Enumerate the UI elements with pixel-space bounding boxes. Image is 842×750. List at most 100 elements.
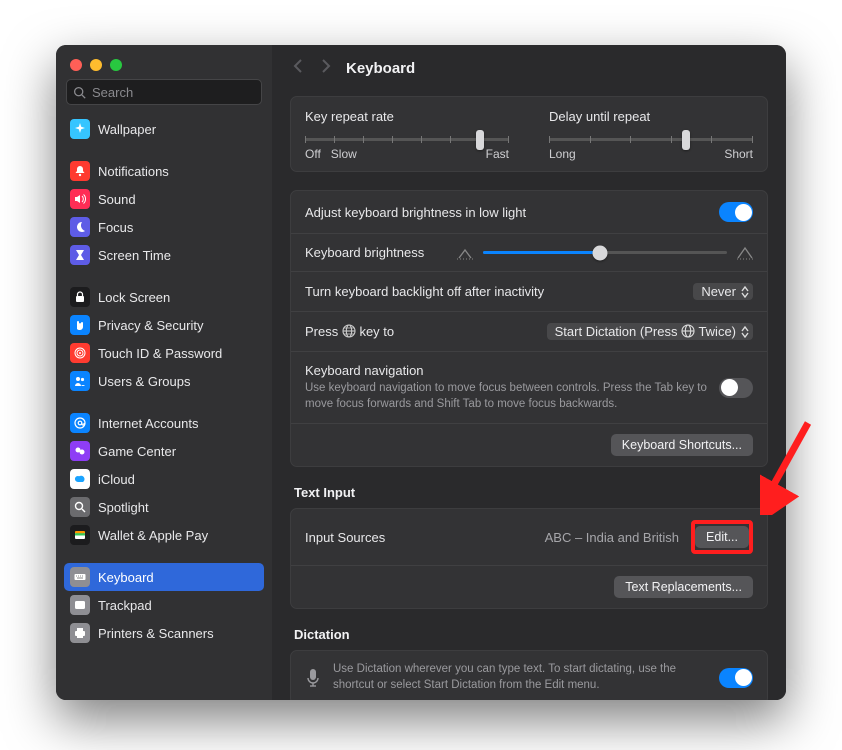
sidebar-item-label: Notifications	[98, 164, 169, 179]
speaker-icon	[70, 189, 90, 209]
keyboard-shortcuts-button[interactable]: Keyboard Shortcuts...	[611, 434, 753, 456]
sidebar-item-wallpaper[interactable]: Wallpaper	[64, 115, 264, 143]
key-repeat-rate-slider[interactable]	[305, 138, 509, 141]
text-replacements-button[interactable]: Text Replacements...	[614, 576, 753, 598]
delay-until-repeat-slider[interactable]	[549, 138, 753, 141]
sidebar-nav: Wallpaper Notifications Sound Focus Screen T…	[56, 115, 272, 657]
at-icon	[70, 413, 90, 433]
sidebar-item-users-groups[interactable]: Users & Groups	[64, 367, 264, 395]
sidebar-item-label: Touch ID & Password	[98, 346, 222, 361]
bell-icon	[70, 161, 90, 181]
sidebar-item-lock-screen[interactable]: Lock Screen	[64, 283, 264, 311]
keyboard-brightness-panel: Adjust keyboard brightness in low light …	[290, 190, 768, 467]
sidebar-item-keyboard[interactable]: Keyboard	[64, 563, 264, 591]
sidebar-item-label: Trackpad	[98, 598, 152, 613]
search-field[interactable]	[66, 79, 262, 105]
sidebar-item-spotlight[interactable]: Spotlight	[64, 493, 264, 521]
content-header: Keyboard	[272, 45, 786, 90]
sidebar-item-sound[interactable]: Sound	[64, 185, 264, 213]
hourglass-icon	[70, 245, 90, 265]
forward-button[interactable]	[318, 57, 334, 80]
minimize-window[interactable]	[90, 59, 102, 71]
sidebar-item-focus[interactable]: Focus	[64, 213, 264, 241]
lock-icon	[70, 287, 90, 307]
key-repeat-panel: Key repeat rate OffSlow Fast Delay	[290, 96, 768, 172]
game-icon	[70, 441, 90, 461]
brightness-low-icon	[457, 246, 473, 260]
search-container	[56, 79, 272, 115]
sidebar-item-label: iCloud	[98, 472, 135, 487]
hand-icon	[70, 315, 90, 335]
sidebar-item-game-center[interactable]: Game Center	[64, 437, 264, 465]
sidebar-item-trackpad[interactable]: Trackpad	[64, 591, 264, 619]
sparkle-icon	[70, 119, 90, 139]
keyboard-nav-help: Use keyboard navigation to move focus be…	[305, 381, 707, 412]
sidebar-item-privacy-security[interactable]: Privacy & Security	[64, 311, 264, 339]
keyboard-brightness-label: Keyboard brightness	[305, 245, 445, 260]
text-input-panel: Input Sources ABC – India and British Ed…	[290, 508, 768, 609]
sidebar-item-label: Game Center	[98, 444, 176, 459]
key-repeat-rate-label: Key repeat rate	[305, 109, 509, 124]
keyboard-nav-label: Keyboard navigation	[305, 363, 707, 378]
text-input-title: Text Input	[294, 485, 764, 500]
search-input[interactable]	[92, 85, 255, 100]
page-title: Keyboard	[346, 60, 415, 77]
globe-icon	[342, 324, 356, 338]
sidebar-item-label: Lock Screen	[98, 290, 170, 305]
microphone-icon	[305, 668, 321, 688]
close-window[interactable]	[70, 59, 82, 71]
sidebar: Wallpaper Notifications Sound Focus Screen T…	[56, 45, 272, 700]
dictation-toggle[interactable]	[719, 668, 753, 688]
window-controls	[56, 45, 272, 79]
content-scroll[interactable]: Key repeat rate OffSlow Fast Delay	[272, 90, 786, 700]
sidebar-item-label: Wallpaper	[98, 122, 156, 137]
sidebar-item-printers-scanners[interactable]: Printers & Scanners	[64, 619, 264, 647]
delay-until-repeat-label: Delay until repeat	[549, 109, 753, 124]
edit-input-sources-button[interactable]: Edit...	[695, 526, 749, 548]
chevron-up-down-icon	[741, 286, 749, 298]
sidebar-item-label: Printers & Scanners	[98, 626, 214, 641]
search-icon	[70, 497, 90, 517]
keyboard-icon	[70, 567, 90, 587]
backlight-off-select[interactable]: Never	[693, 283, 753, 300]
sidebar-item-screen-time[interactable]: Screen Time	[64, 241, 264, 269]
press-globe-select[interactable]: Start Dictation (Press Twice)	[547, 323, 753, 340]
maximize-window[interactable]	[110, 59, 122, 71]
chevron-up-down-icon	[741, 326, 749, 338]
input-sources-label: Input Sources	[305, 530, 385, 545]
wallet-icon	[70, 525, 90, 545]
auto-brightness-toggle[interactable]	[719, 202, 753, 222]
sidebar-item-label: Focus	[98, 220, 133, 235]
sidebar-item-label: Screen Time	[98, 248, 171, 263]
trackpad-icon	[70, 595, 90, 615]
cloud-icon	[70, 469, 90, 489]
printer-icon	[70, 623, 90, 643]
sidebar-item-internet-accounts[interactable]: Internet Accounts	[64, 409, 264, 437]
press-globe-label: Press key to	[305, 324, 535, 339]
keyboard-brightness-slider[interactable]	[457, 246, 753, 260]
sidebar-item-icloud[interactable]: iCloud	[64, 465, 264, 493]
sidebar-item-label: Wallet & Apple Pay	[98, 528, 208, 543]
content-pane: Keyboard Key repeat rate OffSlow	[272, 45, 786, 700]
back-button[interactable]	[290, 57, 306, 80]
dictation-title: Dictation	[294, 627, 764, 642]
keyboard-nav-toggle[interactable]	[719, 378, 753, 398]
search-icon	[73, 86, 86, 99]
dictation-panel: Use Dictation wherever you can type text…	[290, 650, 768, 700]
auto-brightness-label: Adjust keyboard brightness in low light	[305, 205, 707, 220]
moon-icon	[70, 217, 90, 237]
sidebar-item-wallet-apple-pay[interactable]: Wallet & Apple Pay	[64, 521, 264, 549]
sidebar-item-label: Keyboard	[98, 570, 154, 585]
sidebar-item-notifications[interactable]: Notifications	[64, 157, 264, 185]
sidebar-item-label: Spotlight	[98, 500, 149, 515]
globe-icon	[681, 324, 695, 338]
sidebar-item-touch-id-password[interactable]: Touch ID & Password	[64, 339, 264, 367]
finger-icon	[70, 343, 90, 363]
input-sources-value: ABC – India and British	[545, 530, 679, 545]
sidebar-item-label: Sound	[98, 192, 136, 207]
brightness-high-icon	[737, 246, 753, 260]
dictation-help: Use Dictation wherever you can type text…	[333, 662, 707, 693]
sidebar-item-label: Internet Accounts	[98, 416, 198, 431]
sidebar-item-label: Users & Groups	[98, 374, 190, 389]
users-icon	[70, 371, 90, 391]
